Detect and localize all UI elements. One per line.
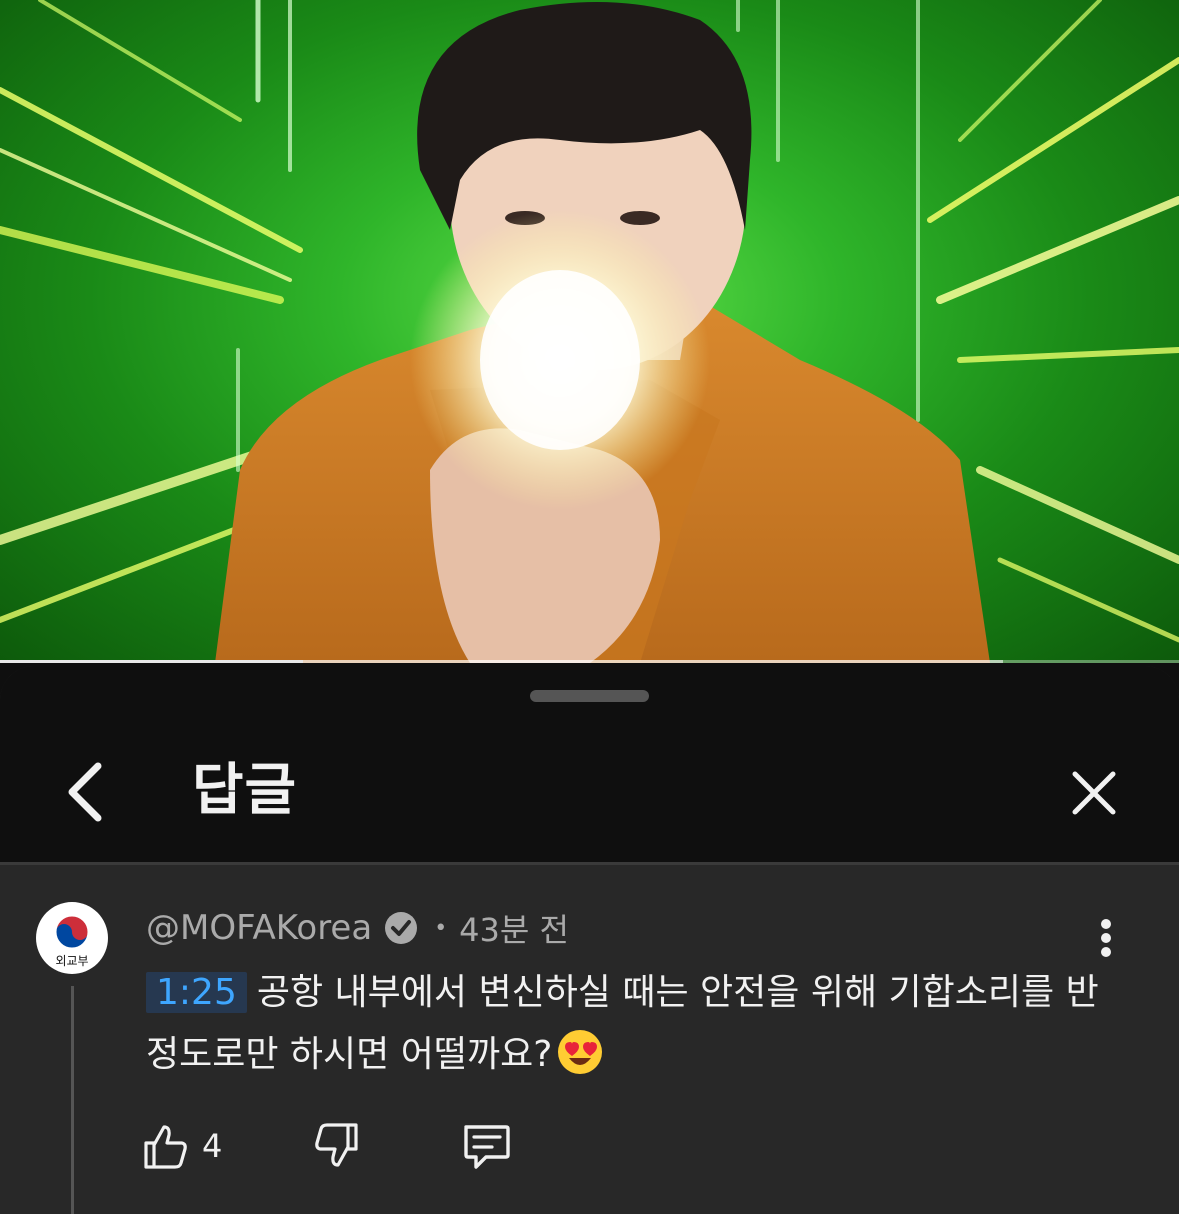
drag-handle[interactable] [530, 690, 649, 702]
header-divider [0, 862, 1179, 865]
close-icon [1072, 771, 1116, 815]
thumbs-down-icon [315, 1123, 358, 1167]
more-options-button[interactable] [1088, 916, 1124, 960]
reply-comment-icon [464, 1125, 510, 1169]
video-player[interactable] [0, 0, 1179, 663]
comment-text: 1:25 공항 내부에서 변신하실 때는 안전을 위해 기합소리를 반 정도로만 … [146, 962, 1136, 1086]
comment-author[interactable]: @MOFAKorea [146, 908, 372, 948]
meta-separator: • [434, 915, 448, 941]
thread-line [71, 986, 74, 1214]
timestamp-link[interactable]: 1:25 [146, 972, 247, 1013]
kebab-dot-icon [1101, 919, 1111, 929]
reply-button[interactable] [460, 1118, 512, 1174]
like-button[interactable]: 4 [140, 1118, 222, 1174]
heart-eyes-emoji-icon [558, 1030, 603, 1074]
thumbs-up-icon [144, 1125, 187, 1169]
avatar[interactable]: 외교부 [36, 902, 108, 974]
video-played-bar [0, 660, 303, 663]
comment-body: 공항 내부에서 변신하실 때는 안전을 위해 기합소리를 반 정도로만 하시면 … [146, 972, 1099, 1075]
like-count: 4 [202, 1127, 223, 1165]
video-progress-bar[interactable] [0, 660, 1179, 663]
back-button[interactable] [56, 756, 112, 828]
close-button[interactable] [1062, 761, 1126, 825]
verified-check-icon [385, 912, 418, 944]
video-frame [0, 0, 1179, 663]
kebab-dot-icon [1101, 933, 1111, 943]
avatar-label: 외교부 [55, 954, 89, 968]
page-title: 답글 [192, 758, 298, 823]
comment-meta: @MOFAKorea • 43분 전 [146, 906, 569, 950]
kebab-dot-icon [1101, 947, 1111, 957]
replies-sheet: 답글 외교부 @MOFAKorea • 43분 전 1:25 공항 내부에서 변신… [0, 666, 1179, 1214]
dislike-button[interactable] [312, 1118, 362, 1174]
chevron-left-icon [68, 762, 102, 822]
comment-time: 43분 전 [459, 911, 569, 949]
